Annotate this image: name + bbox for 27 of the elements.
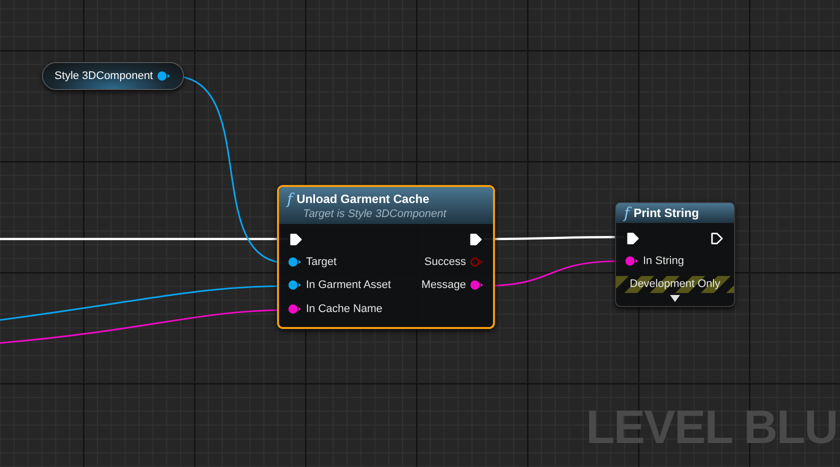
exec-pin[interactable] bbox=[470, 233, 482, 246]
pin-label: Message bbox=[421, 278, 466, 293]
data-pin[interactable] bbox=[625, 256, 639, 266]
pin-label: Target bbox=[306, 254, 337, 270]
function-icon: f bbox=[624, 204, 630, 222]
function-icon: f bbox=[287, 190, 293, 208]
data-pin[interactable] bbox=[157, 71, 171, 81]
pin-label: Success bbox=[424, 254, 466, 270]
function-node[interactable]: f Unload Garment Cache Target is Style 3DComponent Target Success In Garment Asset Message In Cache Name bbox=[277, 185, 495, 328]
function-node[interactable]: f Print String In String Development Only bbox=[615, 202, 735, 306]
node-title: Unload Garment Cache bbox=[296, 191, 430, 208]
data-pin[interactable] bbox=[470, 280, 484, 290]
pin-label: In Cache Name bbox=[306, 302, 382, 316]
variable-node[interactable]: Style 3DComponent bbox=[42, 62, 184, 90]
exec-pin[interactable] bbox=[627, 232, 639, 245]
variable-title: Style 3DComponent bbox=[54, 68, 153, 84]
exec-pin[interactable] bbox=[290, 233, 302, 246]
data-pin[interactable] bbox=[288, 280, 302, 290]
pin-label: In Garment Asset bbox=[306, 278, 391, 293]
pin-label: In String bbox=[643, 254, 684, 268]
expand-arrow-icon[interactable] bbox=[670, 294, 680, 302]
development-only-banner: Development Only bbox=[616, 276, 734, 292]
node-title: Print String bbox=[634, 205, 699, 222]
node-subtitle: Target is Style 3DComponent bbox=[302, 208, 448, 221]
exec-pin[interactable] bbox=[711, 232, 723, 245]
data-pin[interactable] bbox=[288, 256, 302, 267]
data-pin[interactable] bbox=[288, 304, 302, 314]
